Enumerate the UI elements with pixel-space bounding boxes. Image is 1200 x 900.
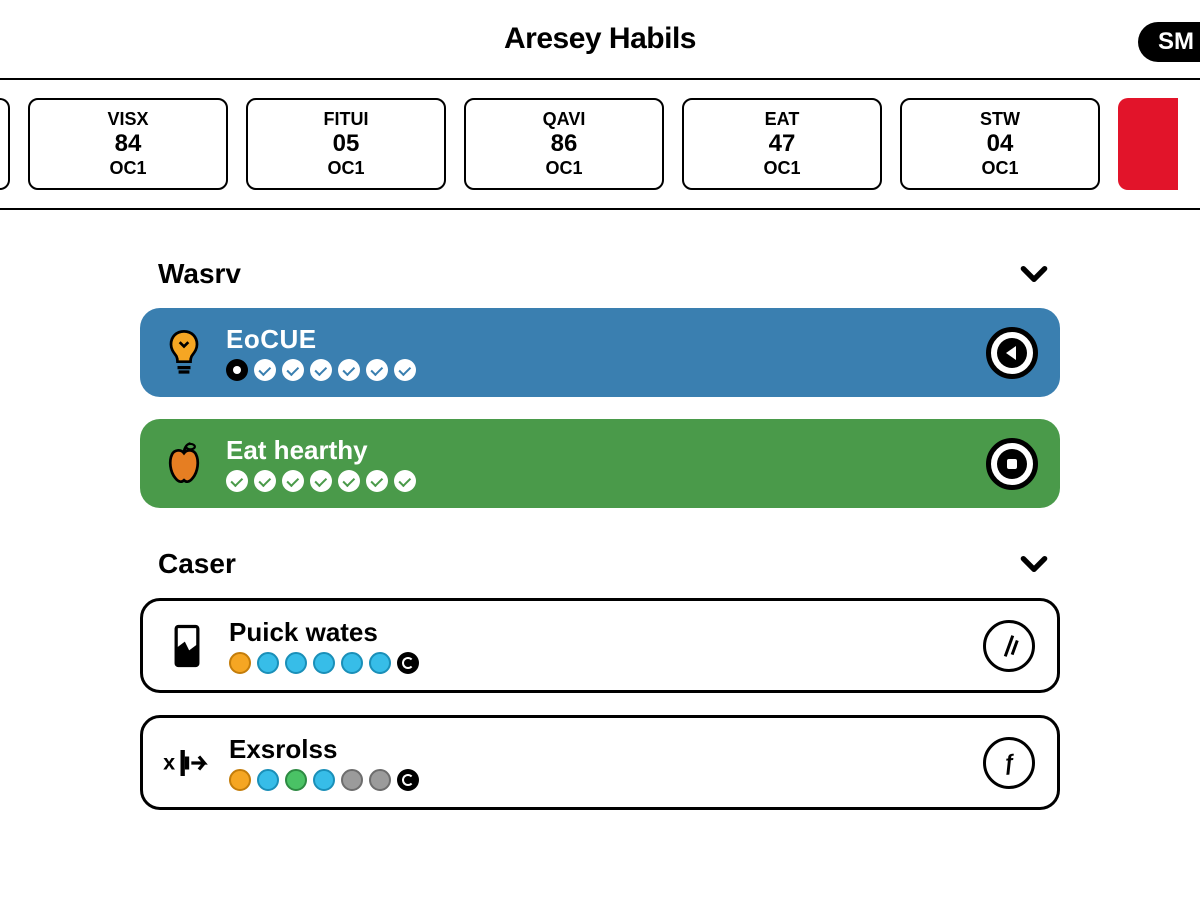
date-mon: OC1 xyxy=(981,158,1018,179)
date-num: 04 xyxy=(987,130,1014,158)
streak-dots xyxy=(229,769,967,791)
habit-card-exercise[interactable]: x Exsrolss ƒ xyxy=(140,715,1060,810)
streak-dots xyxy=(229,652,967,674)
play-icon xyxy=(997,338,1027,368)
dot xyxy=(341,769,363,791)
habit-title: Eat hearthy xyxy=(226,435,970,466)
dot xyxy=(229,652,251,674)
date-cell xyxy=(0,98,10,190)
exercise-icon: x xyxy=(161,737,213,789)
dot xyxy=(341,652,363,674)
stop-button[interactable] xyxy=(986,438,1038,490)
date-cell xyxy=(1118,98,1178,190)
dot xyxy=(226,470,248,492)
dot xyxy=(394,359,416,381)
dot xyxy=(310,470,332,492)
dot xyxy=(257,769,279,791)
date-mon: OC1 xyxy=(327,158,364,179)
section-header[interactable]: Wasrv xyxy=(140,240,1060,308)
dot xyxy=(310,359,332,381)
date-cell[interactable]: VISX84OC1 xyxy=(28,98,228,190)
stop-icon xyxy=(997,449,1027,479)
dot xyxy=(254,470,276,492)
water-icon xyxy=(161,620,213,672)
dot xyxy=(313,652,335,674)
dot xyxy=(369,769,391,791)
date-cell[interactable]: STW04OC1 xyxy=(900,98,1100,190)
dot xyxy=(369,652,391,674)
date-dow: VISX xyxy=(107,109,148,130)
dot xyxy=(285,652,307,674)
action-button[interactable] xyxy=(983,620,1035,672)
action-button[interactable]: ƒ xyxy=(983,737,1035,789)
streak-dots xyxy=(226,470,970,492)
section-header[interactable]: Caser xyxy=(140,530,1060,598)
dot xyxy=(366,359,388,381)
dot xyxy=(313,769,335,791)
date-dow: QAVI xyxy=(543,109,586,130)
date-mon: OC1 xyxy=(545,158,582,179)
section-title: Caser xyxy=(158,548,236,580)
dot xyxy=(282,470,304,492)
habit-title: EoCUE xyxy=(226,324,970,355)
date-cell[interactable]: QAVI86OC1 xyxy=(464,98,664,190)
habit-body: Puick wates xyxy=(229,617,967,674)
dot xyxy=(282,359,304,381)
dot xyxy=(226,359,248,381)
date-num: 05 xyxy=(333,130,360,158)
dot xyxy=(338,359,360,381)
date-cell[interactable]: EAT47OC1 xyxy=(682,98,882,190)
date-num: 86 xyxy=(551,130,578,158)
date-strip: VISX84OC1FITUI05OC1QAVI86OC1EAT47OC1STW0… xyxy=(0,80,1200,210)
content: Wasrv EoCUE Eat hearthy Caser Puick wates x Ex… xyxy=(0,210,1200,810)
date-cell[interactable]: FITUI05OC1 xyxy=(246,98,446,190)
slash-icon xyxy=(998,635,1020,657)
habit-body: Exsrolss xyxy=(229,734,967,791)
date-dow: EAT xyxy=(765,109,800,130)
header-pill[interactable]: SM xyxy=(1138,22,1200,62)
dot xyxy=(397,652,419,674)
dot xyxy=(254,359,276,381)
dot xyxy=(257,652,279,674)
dot xyxy=(366,470,388,492)
habit-title: Exsrolss xyxy=(229,734,967,765)
date-num: 84 xyxy=(115,130,142,158)
dot xyxy=(229,769,251,791)
dot xyxy=(394,470,416,492)
date-num: 47 xyxy=(769,130,796,158)
f-icon: ƒ xyxy=(1002,749,1016,776)
header: Aresey Habils SM xyxy=(0,0,1200,80)
habit-body: Eat hearthy xyxy=(226,435,970,492)
page-title: Aresey Habils xyxy=(504,22,696,56)
chevron-down-icon xyxy=(1018,258,1050,290)
play-button[interactable] xyxy=(986,327,1038,379)
section-title: Wasrv xyxy=(158,258,241,290)
habit-card-drink-water[interactable]: Puick wates xyxy=(140,598,1060,693)
date-mon: OC1 xyxy=(109,158,146,179)
date-dow: FITUI xyxy=(324,109,369,130)
chevron-down-icon xyxy=(1018,548,1050,580)
dot xyxy=(397,769,419,791)
dot xyxy=(338,470,360,492)
date-mon: OC1 xyxy=(763,158,800,179)
date-dow: STW xyxy=(980,109,1020,130)
habit-card-eat-healthy[interactable]: Eat hearthy xyxy=(140,419,1060,508)
habit-title: Puick wates xyxy=(229,617,967,648)
apple-icon xyxy=(158,438,210,490)
svg-text:x: x xyxy=(163,749,175,774)
streak-dots xyxy=(226,359,970,381)
habit-card-focue[interactable]: EoCUE xyxy=(140,308,1060,397)
lightbulb-icon xyxy=(158,327,210,379)
habit-body: EoCUE xyxy=(226,324,970,381)
dot xyxy=(285,769,307,791)
